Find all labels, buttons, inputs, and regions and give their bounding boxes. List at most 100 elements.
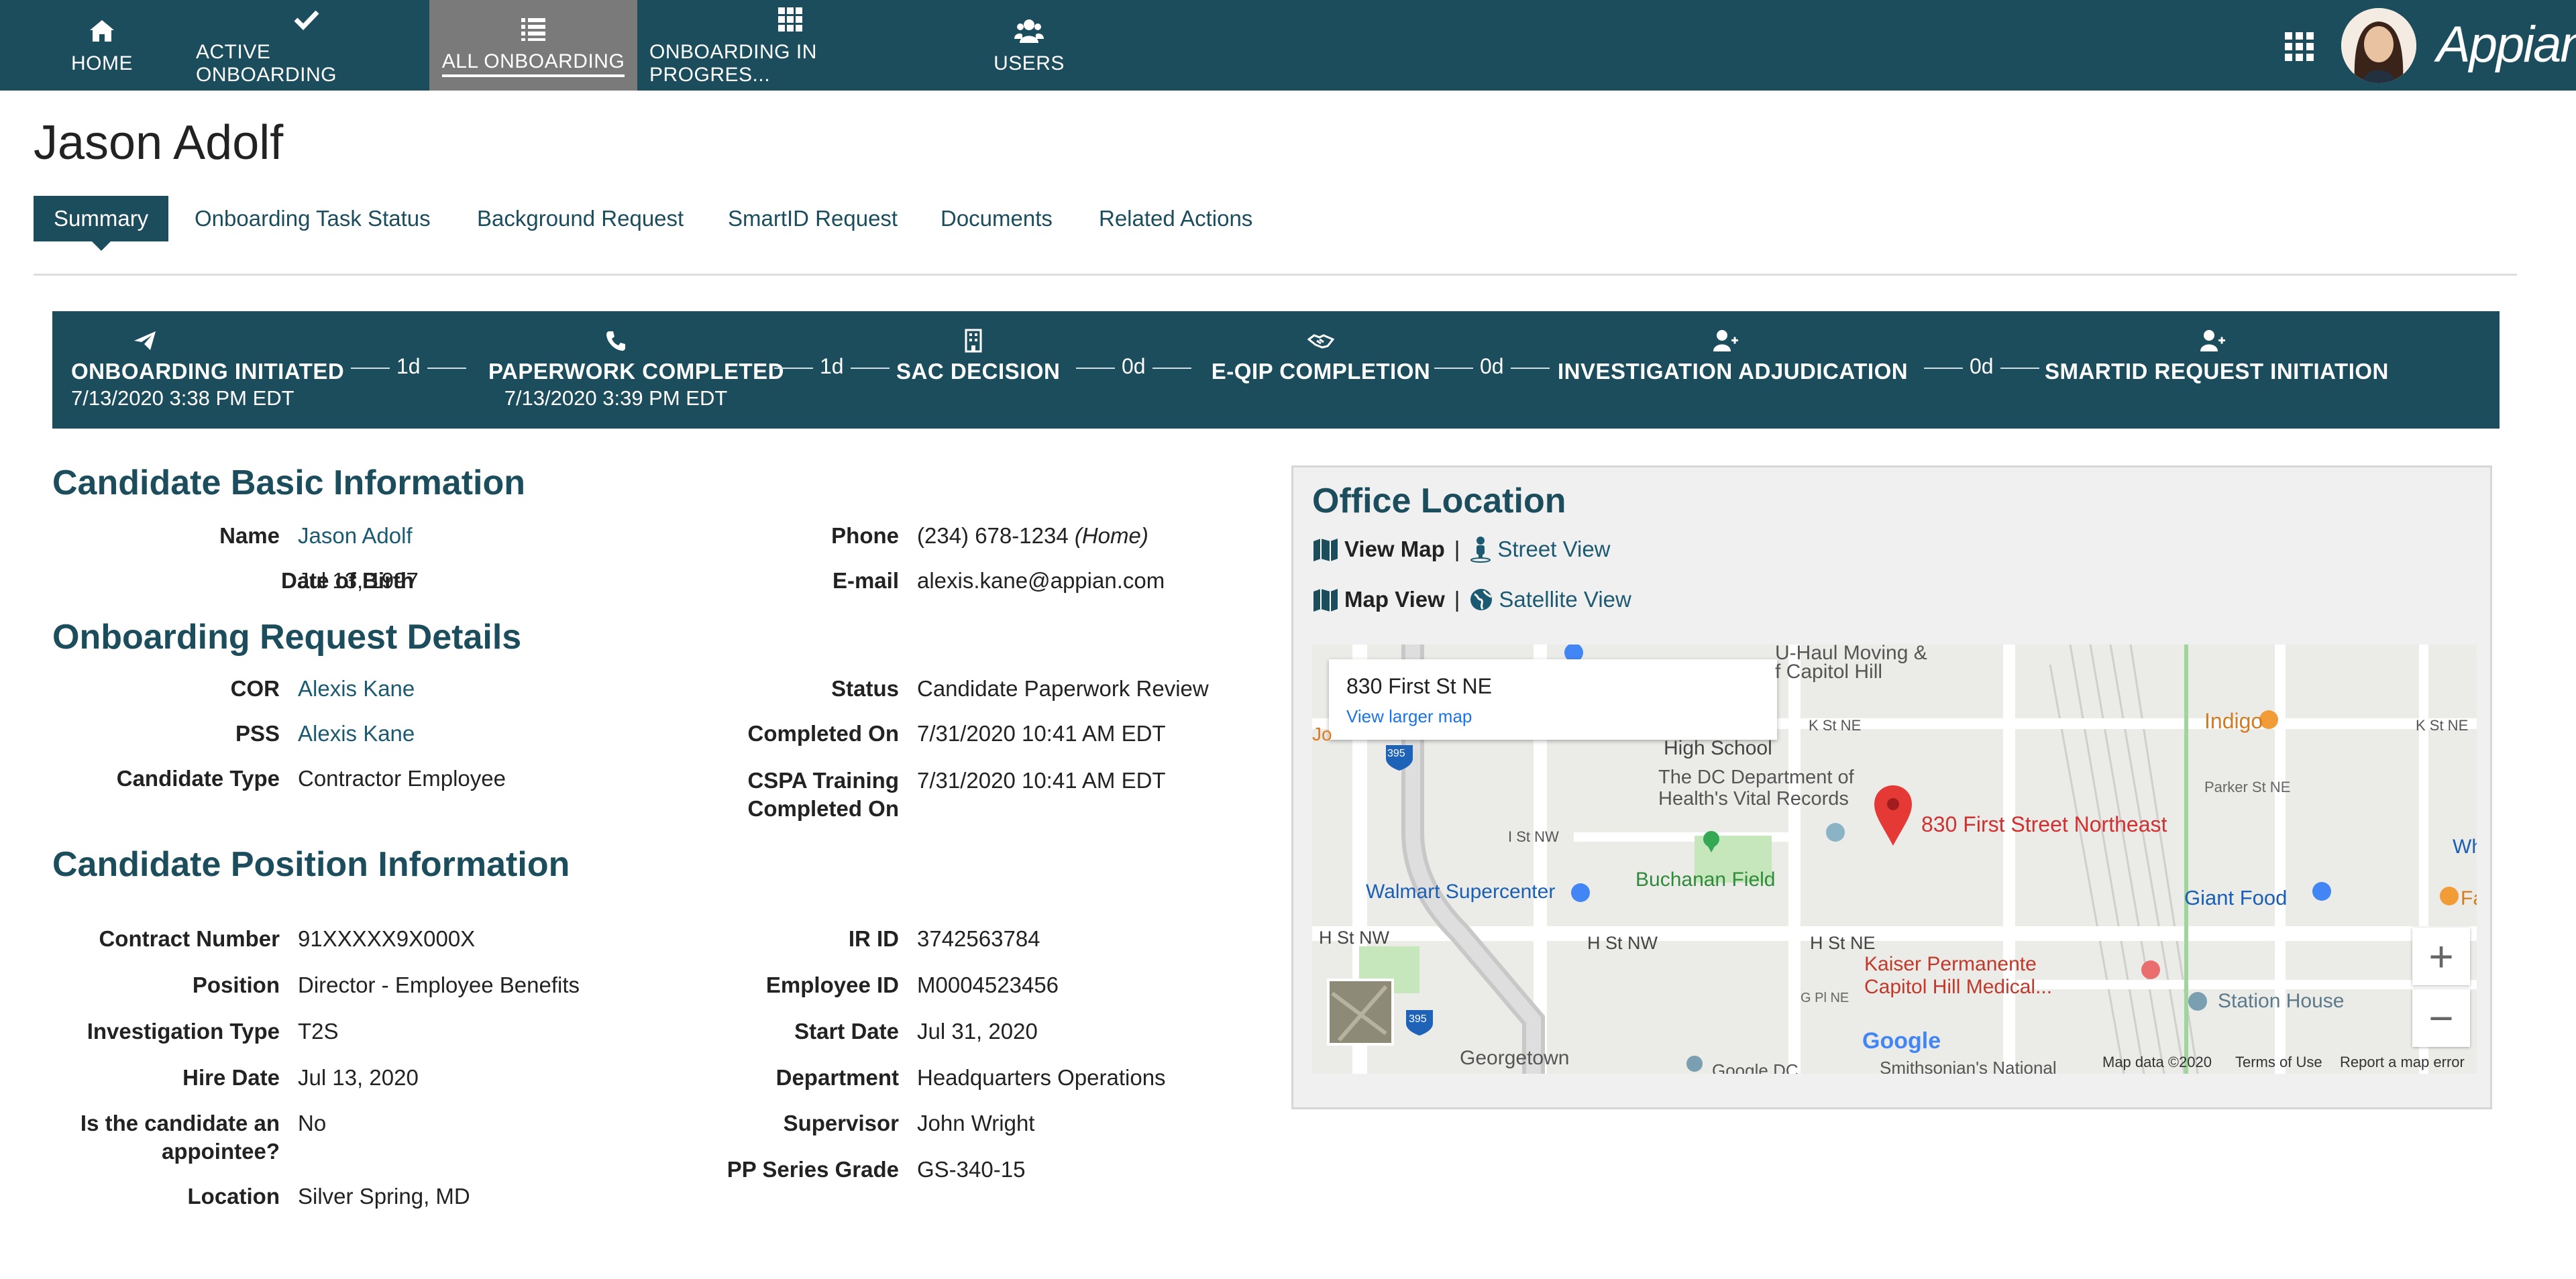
- milestone-gap: 1d: [344, 354, 473, 379]
- location-label: Location: [187, 1184, 280, 1209]
- check-icon: [294, 10, 319, 30]
- appointee-value: No: [298, 1111, 327, 1135]
- embedded-map[interactable]: 830 First St NE View larger map U-Haul M…: [1312, 645, 2477, 1074]
- contract-number-label: Contract Number: [99, 926, 280, 951]
- view-toggle-row: View Map | Street View: [1312, 535, 1611, 564]
- street-label: I St NW: [1508, 828, 1559, 845]
- ir-id-label: IR ID: [848, 926, 899, 951]
- milestone-onboarding-initiated: ONBOARDING INITIATED 7/13/2020 3:38 PM E…: [71, 327, 344, 412]
- nav-onboarding-in-progress-label: ONBOARDING IN PROGRES...: [649, 40, 817, 86]
- milestone-date: 7/13/2020 3:38 PM EDT: [71, 386, 294, 410]
- handshake-icon: [1307, 334, 1334, 349]
- map-label: The DC Department of: [1658, 767, 1854, 788]
- milestone-sac-decision: SAC DECISION: [896, 327, 1060, 385]
- email-label: E-mail: [832, 568, 899, 593]
- tab-documents[interactable]: Documents: [941, 196, 1053, 241]
- bar-marker-icon: [2188, 992, 2207, 1011]
- terms-of-use-link[interactable]: Terms of Use: [2235, 1054, 2322, 1071]
- milestone-gap: 0d: [1428, 354, 1556, 379]
- street-label: H St NE: [1810, 933, 1876, 953]
- milestone-paperwork-completed: PAPERWORK COMPLETED 7/13/2020 3:39 PM ED…: [488, 327, 784, 412]
- street-view-icon: [1470, 537, 1491, 563]
- map-label: Georgetown: [1460, 1047, 1570, 1069]
- zoom-in-button[interactable]: +: [2412, 928, 2470, 985]
- separator: |: [1454, 537, 1460, 561]
- cor-link[interactable]: Alexis Kane: [298, 675, 415, 703]
- zoom-out-button[interactable]: −: [2412, 989, 2470, 1047]
- building-icon: [965, 329, 982, 353]
- nav-active-onboarding[interactable]: ACTIVE ONBOARDING: [196, 0, 417, 91]
- map-label: Buchanan Field: [1635, 869, 1776, 891]
- location-value: Silver Spring, MD: [298, 1184, 470, 1209]
- milestone-gap-label: 1d: [396, 354, 421, 378]
- report-map-error-link[interactable]: Report a map error: [2340, 1054, 2465, 1071]
- email-value: alexis.kane@appian.com: [917, 568, 1165, 593]
- top-navigation-bar: HOME ACTIVE ONBOARDING ALL ONBOARDING ON…: [0, 0, 2576, 91]
- employee-id-label: Employee ID: [765, 972, 899, 997]
- dob-value: Jul 13, 1997: [298, 568, 419, 593]
- milestone-gap: 1d: [767, 354, 896, 379]
- nav-home-label: HOME: [71, 52, 133, 74]
- grocery-marker-icon: [2312, 882, 2331, 901]
- avatar-portrait-icon: [2341, 8, 2416, 83]
- milestone-investigation-adjudication: INVESTIGATION ADJUDICATION: [1558, 327, 1909, 385]
- section-heading-basic-info: Candidate Basic Information: [52, 463, 525, 502]
- shopping-marker-icon: [1571, 883, 1590, 902]
- cor-label: COR: [230, 676, 280, 701]
- start-date-label: Start Date: [794, 1019, 899, 1044]
- tab-smartid-request[interactable]: SmartID Request: [728, 196, 898, 241]
- phone-label: Phone: [831, 523, 899, 548]
- map-label: Smithsonian's National: [1880, 1058, 2057, 1074]
- map-view-option[interactable]: Map View: [1344, 585, 1445, 614]
- nav-users[interactable]: USERS: [974, 0, 1084, 91]
- map-type-row: Map View | Satellite View: [1312, 585, 1631, 614]
- candidate-name-link[interactable]: Jason Adolf: [298, 522, 413, 550]
- supervisor-value: John Wright: [917, 1111, 1035, 1135]
- pss-link[interactable]: Alexis Kane: [298, 720, 415, 748]
- milestone-date: 7/13/2020 3:39 PM EDT: [504, 386, 728, 410]
- paper-plane-icon: [134, 331, 156, 350]
- street-view-link[interactable]: Street View: [1497, 535, 1610, 564]
- nav-onboarding-in-progress[interactable]: ONBOARDING IN PROGRES...: [649, 0, 931, 91]
- satellite-view-link[interactable]: Satellite View: [1499, 585, 1631, 614]
- milestone-smartid-request-initiation: SMARTID REQUEST INITIATION: [2045, 327, 2388, 385]
- tab-background-request[interactable]: Background Request: [477, 196, 684, 241]
- government-marker-icon: [1826, 823, 1845, 842]
- nav-all-onboarding[interactable]: ALL ONBOARDING: [429, 0, 637, 91]
- user-plus-icon: [2200, 330, 2225, 351]
- start-date-value: Jul 31, 2020: [917, 1019, 1038, 1044]
- completed-on-label: Completed On: [747, 721, 899, 746]
- app-launcher-icon[interactable]: [2284, 31, 2316, 63]
- department-label: Department: [775, 1065, 899, 1090]
- pp-series-grade-label: PP Series Grade: [727, 1157, 899, 1182]
- office-location-panel: Office Location View Map | Street View M…: [1291, 465, 2492, 1109]
- phone-number: (234) 678-1234: [917, 523, 1069, 548]
- tab-summary[interactable]: Summary: [34, 196, 169, 251]
- user-avatar[interactable]: [2341, 8, 2416, 83]
- section-heading-position-info: Candidate Position Information: [52, 845, 570, 884]
- hospital-marker-icon: [2141, 960, 2160, 979]
- map-label: Capitol Hill Medical...: [1864, 976, 2053, 998]
- map-pin-label: 830 First Street Northeast: [1921, 812, 2167, 836]
- position-label: Position: [192, 972, 280, 997]
- pp-series-grade-value: GS-340-15: [917, 1157, 1026, 1182]
- map-label: Giant Food: [2184, 886, 2288, 909]
- map-data-credit: Map data ©2020: [2102, 1054, 2212, 1070]
- milestone-title: INVESTIGATION ADJUDICATION: [1558, 359, 1909, 384]
- view-map-option[interactable]: View Map: [1344, 535, 1445, 564]
- phone-value: (234) 678-1234 (Home): [917, 522, 1148, 550]
- tab-related-actions[interactable]: Related Actions: [1099, 196, 1252, 241]
- info-window-address: 830 First St NE: [1346, 674, 1492, 698]
- map-label: f Capitol Hill: [1775, 661, 1883, 683]
- tab-onboarding-task-status[interactable]: Onboarding Task Status: [195, 196, 431, 241]
- view-larger-map-link[interactable]: View larger map: [1346, 706, 1472, 727]
- appointee-label-line1: Is the candidate an: [80, 1111, 280, 1135]
- list-icon: [521, 17, 545, 41]
- map-label: High School: [1664, 737, 1772, 759]
- street-label: G Pl NE: [1801, 991, 1849, 1005]
- map-label: Health's Vital Records: [1658, 788, 1849, 810]
- highway-number: 395: [1409, 1013, 1427, 1025]
- status-value: Candidate Paperwork Review: [917, 676, 1209, 701]
- nav-home[interactable]: HOME: [48, 0, 156, 91]
- street-label: K St NE: [1809, 717, 1862, 734]
